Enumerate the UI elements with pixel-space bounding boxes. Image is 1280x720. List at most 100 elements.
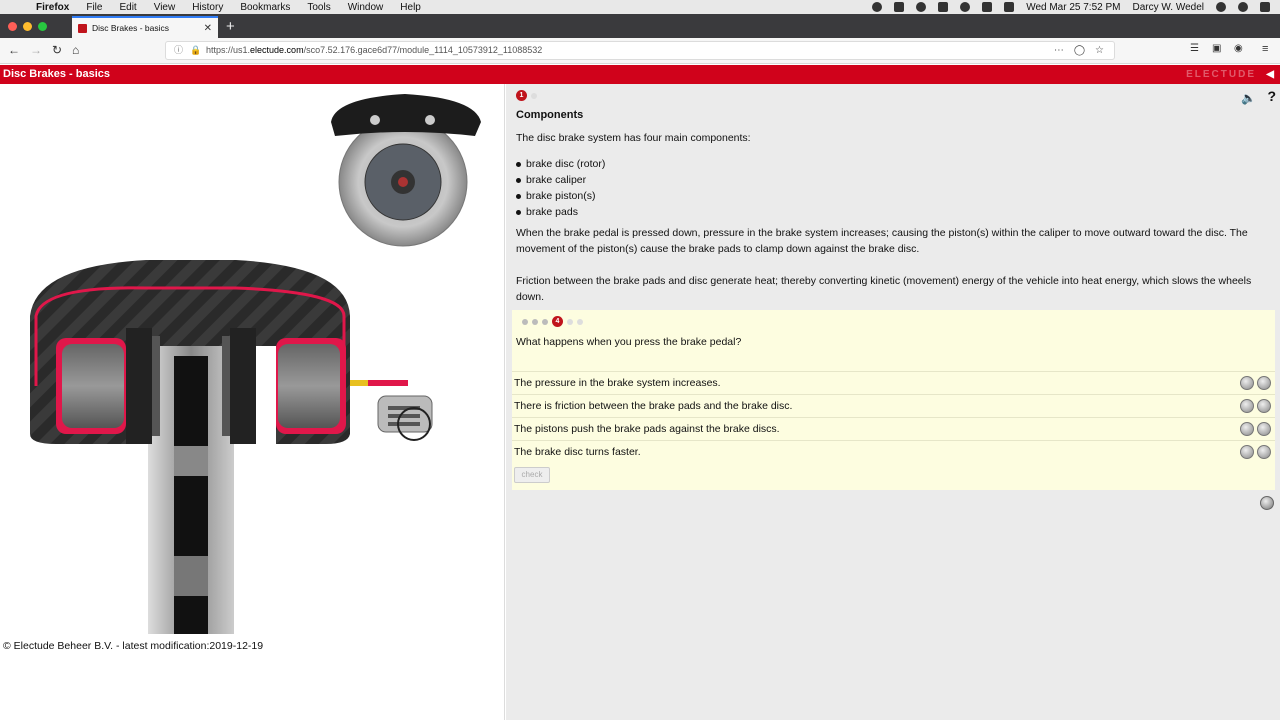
menu-file[interactable]: File (86, 2, 102, 13)
list-item: brake caliper (516, 172, 605, 188)
list-item: brake piston(s) (516, 188, 605, 204)
electude-favicon-icon (78, 23, 87, 33)
menu-bookmarks[interactable]: Bookmarks (240, 2, 290, 13)
false-radio-icon[interactable] (1257, 376, 1271, 390)
module-title: Disc Brakes - basics (3, 68, 111, 80)
spotlight-search-icon[interactable] (1216, 2, 1226, 12)
menu-view[interactable]: View (154, 2, 176, 13)
answer-text: There is friction between the brake pads… (514, 400, 793, 412)
minimize-window-icon[interactable] (23, 22, 32, 31)
volume-icon[interactable] (1004, 2, 1015, 12)
help-icon[interactable]: ? (1267, 88, 1276, 104)
info-icon[interactable]: ⓘ (174, 42, 183, 59)
quiz-step-dot[interactable] (522, 318, 528, 325)
intro-text: The disc brake system has four main comp… (516, 132, 751, 144)
url-path: /sco7.52.176.gace6d77/module_1114_105739… (303, 45, 543, 55)
quiz-step-dot[interactable] (577, 318, 583, 325)
speaker-icon[interactable]: 🔈 (1241, 91, 1256, 105)
true-radio-icon[interactable] (1240, 376, 1254, 390)
airplay-icon[interactable] (982, 2, 993, 12)
close-tab-icon[interactable]: ✕ (204, 23, 212, 34)
record-icon[interactable] (872, 2, 883, 12)
page-dot-current[interactable]: 1 (516, 90, 527, 101)
content-pane: 1 🔈 ? Components The disc brake system h… (506, 84, 1280, 720)
collapse-arrow-icon[interactable]: ◀ (1266, 65, 1274, 84)
dropbox-icon[interactable] (894, 2, 905, 12)
pocket-icon[interactable]: ◯ (1074, 42, 1085, 59)
close-window-icon[interactable] (8, 22, 17, 31)
check-button[interactable]: check (514, 467, 550, 483)
hamburger-menu-icon[interactable]: ≡ (1262, 43, 1268, 55)
clock[interactable]: Wed Mar 25 7:52 PM (1026, 2, 1120, 13)
home-icon[interactable]: ⌂ (72, 43, 79, 57)
paragraph-pressure: When the brake pedal is pressed down, pr… (516, 227, 1248, 255)
paragraph-friction: Friction between the brake pads and disc… (516, 275, 1252, 303)
false-radio-icon[interactable] (1257, 399, 1271, 413)
wifi-icon[interactable] (960, 2, 971, 12)
tab-title: Disc Brakes - basics (92, 23, 169, 33)
user-name[interactable]: Darcy W. Wedel (1133, 2, 1205, 13)
component-list: brake disc (rotor) brake caliper brake p… (516, 156, 605, 220)
forward-arrow-icon[interactable]: → (30, 43, 42, 57)
reload-icon[interactable]: ↻ (52, 43, 62, 57)
url-bar-actions: ⋯ ◯ ☆ (1054, 42, 1104, 59)
macos-menu-bar: Firefox File Edit View History Bookmarks… (0, 0, 1280, 14)
answer-text: The pistons push the brake pads against … (514, 423, 780, 435)
quiz-step-dot[interactable] (542, 318, 548, 325)
sidebar-icon[interactable]: ▣ (1212, 43, 1221, 54)
menu-bar-status-area: Wed Mar 25 7:52 PM Darcy W. Wedel (872, 2, 1280, 13)
sync-icon[interactable] (938, 2, 949, 12)
quiz-step-dot[interactable] (532, 318, 538, 325)
url-prefix: https://us1. (206, 45, 251, 55)
true-radio-icon[interactable] (1240, 422, 1254, 436)
back-arrow-icon[interactable]: ← (8, 43, 20, 57)
quiz-question: What happens when you press the brake pe… (516, 336, 742, 348)
answer-list: The pressure in the brake system increas… (512, 371, 1275, 463)
electude-logo: ELECTUDE (1186, 69, 1256, 80)
page-actions-icon[interactable]: ⋯ (1054, 42, 1064, 59)
bookmark-star-icon[interactable]: ☆ (1095, 42, 1104, 59)
answer-row: The pistons push the brake pads against … (512, 417, 1275, 440)
answer-text: The pressure in the brake system increas… (514, 377, 721, 389)
page-indicator: 1 (516, 90, 537, 101)
window-controls (8, 22, 47, 31)
brake-rotor-thumbnail[interactable] (325, 92, 487, 252)
page-dot[interactable] (531, 92, 537, 99)
url-bar[interactable]: ⓘ 🔒 https://us1.electude.com/sco7.52.176… (165, 41, 1115, 60)
menu-firefox[interactable]: Firefox (36, 2, 69, 13)
tab-disc-brakes[interactable]: Disc Brakes - basics ✕ (72, 16, 218, 38)
true-radio-icon[interactable] (1240, 445, 1254, 459)
quiz-step-dot[interactable] (567, 318, 573, 325)
account-icon[interactable]: ◉ (1234, 43, 1243, 54)
quiz-step-indicator: 4 (522, 316, 583, 327)
false-radio-icon[interactable] (1257, 445, 1271, 459)
module-header: Disc Brakes - basics ELECTUDE ◀ (0, 65, 1280, 84)
menu-help[interactable]: Help (400, 2, 421, 13)
menu-tools[interactable]: Tools (307, 2, 330, 13)
notification-center-icon[interactable] (1260, 2, 1270, 12)
false-radio-icon[interactable] (1257, 422, 1271, 436)
siri-icon[interactable] (1238, 2, 1248, 12)
list-item: brake pads (516, 204, 605, 220)
menu-history[interactable]: History (192, 2, 223, 13)
answer-row: The pressure in the brake system increas… (512, 371, 1275, 394)
menu-edit[interactable]: Edit (119, 2, 136, 13)
section-heading: Components (516, 109, 584, 121)
copyright-note: © Electude Beheer B.V. - latest modifica… (3, 640, 264, 652)
caliper-cross-section-animation[interactable] (26, 256, 446, 634)
extension-icon[interactable] (916, 2, 927, 12)
library-icon[interactable]: ☰ (1190, 43, 1199, 54)
true-radio-icon[interactable] (1240, 399, 1254, 413)
animation-pane: © Electude Beheer B.V. - latest modifica… (0, 84, 505, 720)
quiz-step-current[interactable]: 4 (552, 316, 563, 327)
lock-icon[interactable]: 🔒 (190, 42, 201, 59)
url-domain: electude.com (250, 45, 304, 55)
browser-tab-strip: Disc Brakes - basics ✕ + (0, 14, 1280, 38)
next-arrow-icon[interactable] (1260, 496, 1274, 510)
answer-row: There is friction between the brake pads… (512, 394, 1275, 417)
menu-window[interactable]: Window (348, 2, 384, 13)
answer-text: The brake disc turns faster. (514, 446, 641, 458)
new-tab-icon[interactable]: + (226, 18, 235, 35)
zoom-window-icon[interactable] (38, 22, 47, 31)
list-item: brake disc (rotor) (516, 156, 605, 172)
